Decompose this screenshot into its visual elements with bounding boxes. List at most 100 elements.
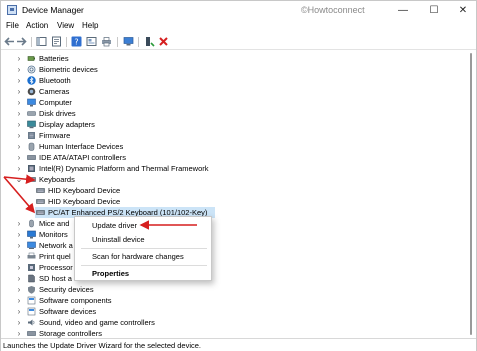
svg-text:?: ? <box>74 38 78 47</box>
ide-icon <box>27 155 36 160</box>
toolbar: ? <box>1 34 476 50</box>
expand-chevron-icon[interactable]: › <box>15 295 23 306</box>
uninstall-device-menu-item[interactable]: Uninstall device <box>92 235 145 244</box>
disk-icon <box>27 111 36 116</box>
expand-chevron-icon[interactable]: › <box>15 229 23 240</box>
expand-chevron-icon[interactable]: › <box>15 284 23 295</box>
device-label: Biometric devices <box>39 65 98 74</box>
device-category[interactable]: › Human Interface Devices <box>18 141 386 152</box>
battery-icon <box>27 56 35 61</box>
device-tree: › Batteries › Biometric devices › Bluetooth › C… <box>1 50 476 338</box>
device-label: Storage controllers <box>39 329 102 338</box>
menu-file[interactable]: File <box>6 21 19 30</box>
menu-separator <box>81 248 207 249</box>
update-driver-menu-item[interactable]: Update driver <box>92 221 137 230</box>
device-label: Software devices <box>39 307 97 316</box>
device-category[interactable]: › Intel(R) Dynamic Platform and Thermal F… <box>18 163 386 174</box>
expand-chevron-icon[interactable]: › <box>15 75 23 86</box>
expand-chevron-icon[interactable]: › <box>15 306 23 317</box>
device-category[interactable]: › Sound, video and game controllers <box>18 317 386 328</box>
expand-chevron-icon[interactable]: › <box>15 328 23 338</box>
printer-icon[interactable] <box>101 36 112 47</box>
keyboard-icon <box>27 177 36 182</box>
properties-menu-item[interactable]: Properties <box>92 269 129 278</box>
device-item[interactable]: HID Keyboard Device <box>35 185 395 196</box>
device-category[interactable]: › Security devices <box>18 284 386 295</box>
device-category[interactable]: › Disk drives <box>18 108 386 119</box>
security-icon <box>28 286 35 294</box>
watermark: ©Howtoconnect <box>301 5 365 15</box>
expand-chevron-icon[interactable]: › <box>15 273 23 284</box>
expand-chevron-icon[interactable]: › <box>15 141 23 152</box>
device-category[interactable]: › Bluetooth <box>18 75 386 86</box>
device-label: HID Keyboard Device <box>48 197 121 206</box>
menu-action[interactable]: Action <box>26 21 48 30</box>
menu-view[interactable]: View <box>57 21 74 30</box>
expand-chevron-icon[interactable]: › <box>15 262 23 273</box>
uninstall-device-icon[interactable] <box>158 36 169 47</box>
keyboard-icon <box>36 188 45 193</box>
device-manager-icon <box>7 5 17 15</box>
expand-chevron-icon[interactable]: › <box>15 119 23 130</box>
device-category[interactable]: › Cameras <box>18 86 386 97</box>
expand-chevron-icon[interactable]: › <box>15 64 23 75</box>
bluetooth-icon <box>27 76 36 85</box>
device-category[interactable]: › Storage controllers <box>18 328 386 338</box>
minimize-button[interactable]: — <box>389 1 417 20</box>
expand-chevron-icon[interactable]: › <box>15 152 23 163</box>
expand-chevron-icon[interactable]: › <box>15 251 23 262</box>
device-category[interactable]: › Software devices <box>18 306 386 317</box>
device-label: Software components <box>39 296 112 305</box>
collapse-chevron-icon[interactable]: ⌄ <box>15 174 23 185</box>
expand-chevron-icon[interactable]: › <box>15 163 23 174</box>
device-category[interactable]: › Batteries <box>18 53 386 64</box>
expand-chevron-icon[interactable]: › <box>15 53 23 64</box>
printer-icon <box>27 252 36 259</box>
maximize-button[interactable]: ☐ <box>420 1 448 20</box>
device-label: HID Keyboard Device <box>48 186 121 195</box>
device-label: Human Interface Devices <box>39 142 124 151</box>
scan-hardware-menu-item[interactable]: Scan for hardware changes <box>92 252 184 261</box>
show-hide-tree-icon[interactable] <box>36 36 47 47</box>
expand-chevron-icon[interactable]: › <box>15 240 23 251</box>
context-menu: Update driver Uninstall device Scan for … <box>74 216 212 281</box>
expand-chevron-icon[interactable]: › <box>15 97 23 108</box>
monitor-icon <box>27 230 36 239</box>
device-category[interactable]: › Biometric devices <box>18 64 386 75</box>
device-category[interactable]: › Firmware <box>18 130 386 141</box>
sound-icon <box>28 319 35 326</box>
help-icon[interactable]: ? <box>71 36 82 47</box>
close-button[interactable]: ✕ <box>449 1 477 20</box>
device-label: Cameras <box>39 87 70 96</box>
status-bar: Launches the Update Driver Wizard for th… <box>1 338 476 351</box>
device-category[interactable]: ⌄ Keyboards <box>16 174 386 185</box>
device-label: Keyboards <box>39 175 75 184</box>
vertical-scrollbar[interactable] <box>466 50 476 338</box>
update-driver-icon[interactable] <box>144 36 155 47</box>
toolbar-separator <box>117 37 118 47</box>
biometric-icon <box>27 65 36 74</box>
forward-arrow-icon[interactable] <box>16 36 27 47</box>
menu-help[interactable]: Help <box>82 21 98 30</box>
back-arrow-icon[interactable] <box>4 36 15 47</box>
keyboard-icon <box>36 199 45 204</box>
network-icon <box>27 241 36 249</box>
device-category[interactable]: › Display adapters <box>18 119 386 130</box>
expand-chevron-icon[interactable]: › <box>15 108 23 119</box>
device-list-icon[interactable] <box>86 36 97 47</box>
expand-chevron-icon[interactable]: › <box>15 86 23 97</box>
window-title: Device Manager <box>22 5 84 15</box>
device-label: Sound, video and game controllers <box>39 318 155 327</box>
device-category[interactable]: › IDE ATA/ATAPI controllers <box>18 152 386 163</box>
device-category[interactable]: › Software components <box>18 295 386 306</box>
expand-chevron-icon[interactable]: › <box>15 218 23 229</box>
expand-chevron-icon[interactable]: › <box>15 317 23 328</box>
scrollbar-thumb[interactable] <box>470 53 472 335</box>
expand-chevron-icon[interactable]: › <box>15 130 23 141</box>
properties-icon[interactable] <box>51 36 62 47</box>
camera-icon <box>27 87 36 96</box>
device-label: IDE ATA/ATAPI controllers <box>39 153 126 162</box>
device-item[interactable]: HID Keyboard Device <box>35 196 395 207</box>
scan-hardware-icon[interactable] <box>123 36 134 47</box>
device-category[interactable]: › Computer <box>18 97 386 108</box>
